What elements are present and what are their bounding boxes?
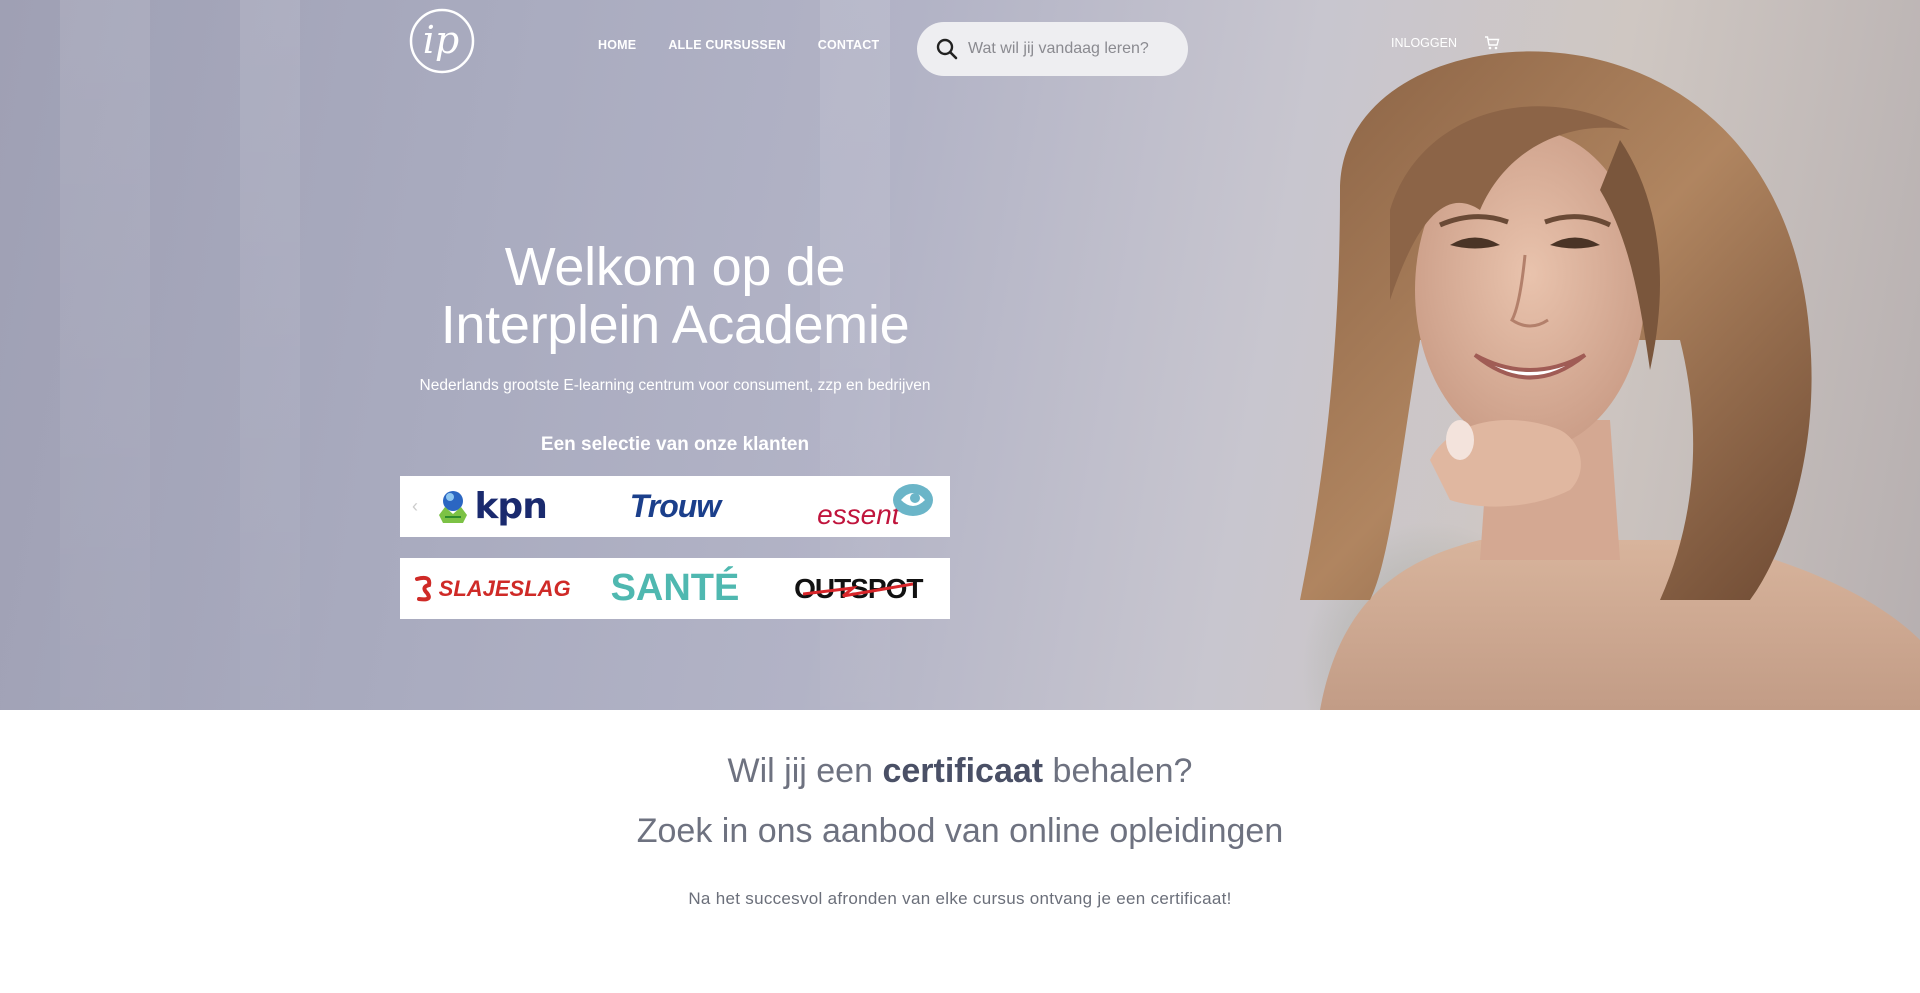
certificate-note: Na het succesvol afronden van elke cursu… [688,889,1232,908]
outspot-swoosh-icon [803,582,914,598]
client-logo-outspot: OUTSPOT [773,558,943,619]
site-logo[interactable]: ip [408,8,476,74]
certificate-heading-post: behalen? [1043,752,1193,790]
client-logo-slajeslag: SLAJESLAG [407,558,577,619]
client-logo-kpn: kpn [407,476,577,537]
nav-contact[interactable]: CONTACT [818,38,880,52]
certificate-subheading: Zoek in ons aanbod van online opleidinge… [636,812,1284,850]
slajeslag-emblem-icon [414,575,431,601]
background-window-strip [60,0,150,710]
login-link[interactable]: INLOGGEN [1391,36,1457,50]
client-logos-row-1: ‹ kpn Trouw essent [400,476,950,537]
client-logo-sante: SANTÉ [590,558,760,619]
hero-subtitle: Nederlands grootste E-learning centrum v… [419,377,931,394]
client-logo-trouw: Trouw [590,476,760,537]
hero-title: Welkom op de Interplein Academie [440,237,910,355]
sante-text: SANTÉ [610,567,740,609]
trouw-text: Trouw [629,488,721,524]
certificate-heading: Wil jij een certificaat behalen? [0,752,1920,791]
client-logos-row-2: SLAJESLAG SANTÉ OUTSPOT [400,558,950,619]
kpn-crown-icon [439,490,468,523]
cart-icon[interactable] [1484,35,1500,51]
main-nav: HOME ALLE CURSUSSEN CONTACT [598,38,911,52]
certificate-heading-bold: certificaat [882,752,1044,790]
clients-heading: Een selectie van onze klanten [540,434,810,455]
background-window-strip [240,0,300,710]
nav-home[interactable]: HOME [598,38,636,52]
search-bar[interactable] [917,22,1188,76]
hero-woman-image [1300,51,1920,710]
client-logo-essent: essent [773,476,943,537]
essent-swirl-icon [893,484,934,516]
search-icon [936,38,958,60]
search-input[interactable] [966,39,1175,59]
kpn-text: kpn [474,486,547,527]
certificate-heading-pre: Wil jij een [727,752,883,790]
hero-section [0,0,1920,710]
slajeslag-text: SLAJESLAG [438,575,571,601]
essent-text: essent [817,498,900,530]
logo-text: ip [423,18,459,62]
nav-alle-cursussen[interactable]: ALLE CURSUSSEN [668,38,785,52]
